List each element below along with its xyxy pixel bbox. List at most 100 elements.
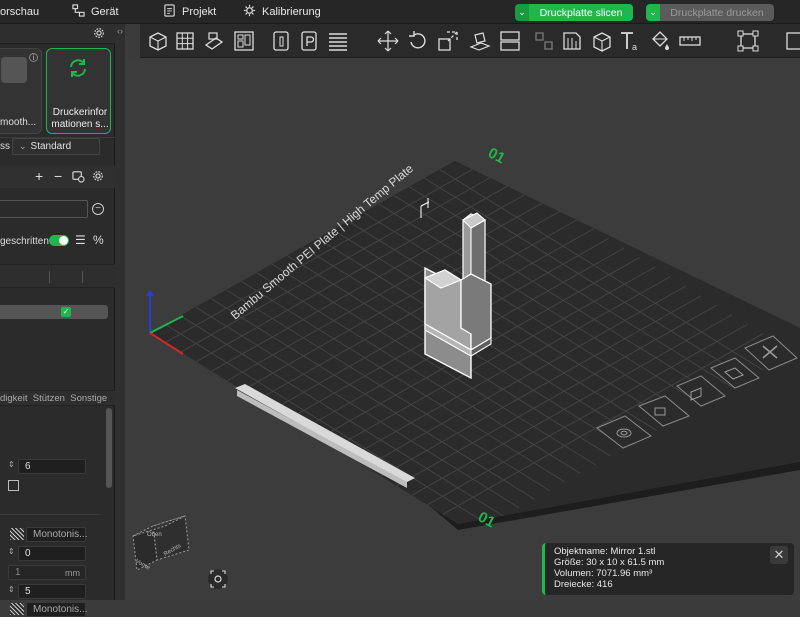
- chevron-down-icon[interactable]: ⌄: [646, 4, 660, 21]
- plate-thumbnail: [1, 57, 27, 83]
- 3d-viewport[interactable]: Bambu Smooth PEI Plate | High Temp Plate…: [125, 58, 800, 600]
- object-size: Größe: 30 x 10 x 61.5 mm: [554, 557, 665, 568]
- list-icon[interactable]: ☰: [75, 233, 86, 247]
- object-list-item[interactable]: ✓: [0, 305, 108, 319]
- printer-header: [0, 24, 115, 44]
- chevron-down-icon[interactable]: ⌄: [515, 4, 529, 21]
- auto-orient-icon[interactable]: [202, 29, 226, 53]
- add-plate-icon[interactable]: [174, 29, 198, 53]
- tab-calibration[interactable]: Kalibrierung: [243, 0, 321, 24]
- slice-plate-button[interactable]: ⌄ Druckplatte slicen: [515, 4, 633, 21]
- plate-id-top: 01: [485, 145, 508, 168]
- color-paint-icon[interactable]: [648, 29, 672, 53]
- wall-loops-value: 6: [25, 461, 31, 472]
- seam-paint-icon[interactable]: [590, 29, 614, 53]
- add-object-icon[interactable]: [146, 29, 170, 53]
- top-pattern-select[interactable]: Monotonis...: [26, 527, 88, 542]
- checkbox-icon[interactable]: ✓: [61, 307, 71, 317]
- print-plate-button[interactable]: ⌄ Druckplatte drucken: [646, 4, 774, 21]
- slice-plate-label: Druckplatte slicen: [529, 4, 633, 21]
- scrollbar[interactable]: [106, 408, 112, 488]
- advanced-toggle[interactable]: [49, 235, 69, 246]
- measure-icon[interactable]: [678, 29, 702, 53]
- top-thickness-value: 1: [15, 567, 21, 578]
- cut-icon[interactable]: [498, 29, 522, 53]
- pattern-icon: [10, 603, 24, 615]
- z-axis-arrow: [146, 290, 154, 296]
- wall-loops-field[interactable]: 6: [18, 459, 86, 474]
- tab-preview-label: orschau: [0, 6, 40, 18]
- bottom-pattern-value: Monotonis...: [33, 604, 88, 615]
- sidebar-collapse-handle[interactable]: ‹›: [115, 24, 125, 600]
- percent-icon[interactable]: %: [93, 233, 104, 247]
- process-preset-select[interactable]: ⌄ Standard: [12, 138, 100, 155]
- top-thickness-field[interactable]: 1 mm: [8, 565, 86, 580]
- bounding-box-icon[interactable]: [736, 29, 760, 53]
- project-icon: [163, 4, 176, 20]
- top-bar: orschau Gerät Projekt Kalibrierung ⌄ Dru…: [0, 0, 800, 24]
- tab-calibration-label: Kalibrierung: [262, 6, 321, 18]
- scale-icon[interactable]: [436, 29, 460, 53]
- printer-info-card[interactable]: Druckerinfor mationen s...: [46, 48, 111, 134]
- top-layers-field[interactable]: 0: [18, 546, 86, 561]
- plate-type-card[interactable]: i mooth...: [0, 48, 42, 134]
- sync-icon: [67, 57, 89, 82]
- tab-strength-support-other[interactable]: digkeit Stützen Sonstige: [0, 393, 107, 404]
- svg-text:a: a: [632, 42, 637, 52]
- device-icon: [72, 4, 85, 20]
- stepper-icon[interactable]: ⇕: [8, 460, 15, 469]
- tab-device[interactable]: Gerät: [72, 0, 119, 24]
- layers-icon[interactable]: [326, 29, 350, 53]
- tab-device-label: Gerät: [91, 6, 119, 18]
- gear-icon[interactable]: [93, 27, 105, 42]
- print-plate-label: Druckplatte drucken: [660, 4, 774, 21]
- unit-label: mm: [65, 567, 80, 578]
- orient-icon[interactable]: [270, 29, 294, 53]
- pattern-icon: [10, 528, 24, 540]
- settings-tabs: digkeit Stützen Sonstige: [0, 390, 115, 406]
- build-plate-scene: Bambu Smooth PEI Plate | High Temp Plate…: [132, 145, 800, 589]
- tab-project[interactable]: Projekt: [163, 0, 216, 24]
- plate-type-label: mooth...: [0, 117, 37, 128]
- chevron-down-icon: ⌄: [19, 141, 27, 151]
- support-paint-icon[interactable]: [560, 29, 584, 53]
- toggle-knob: [59, 236, 68, 245]
- bottom-pattern-select[interactable]: Monotonis...: [26, 602, 88, 617]
- object-volume: Volumen: 7071.96 mm³: [554, 568, 653, 579]
- move-icon[interactable]: [376, 29, 400, 53]
- divider: [82, 271, 83, 283]
- printer-info-label: Druckerinfor mationen s...: [51, 107, 109, 130]
- stepper-icon[interactable]: ⇕: [8, 547, 15, 556]
- top-pattern-value: Monotonis...: [33, 529, 88, 540]
- object-info-panel: Objektname: Mirror 1.stl Größe: 30 x 10 …: [542, 543, 794, 595]
- object-triangles: Dreiecke: 416: [554, 579, 613, 590]
- add-icon[interactable]: +: [35, 168, 43, 184]
- compare-icon[interactable]: [72, 170, 85, 186]
- text-icon[interactable]: a: [618, 29, 642, 53]
- stepper-icon[interactable]: ⇕: [8, 585, 15, 594]
- gear-icon[interactable]: [92, 170, 104, 185]
- tab-preview[interactable]: orschau: [0, 0, 39, 24]
- view-cube-top[interactable]: Oben: [147, 532, 162, 538]
- close-icon[interactable]: ✕: [770, 546, 788, 564]
- more-tools-icon[interactable]: [784, 29, 800, 53]
- bottom-layers-value: 5: [25, 586, 31, 597]
- rotate-icon[interactable]: [406, 29, 430, 53]
- divider: [49, 271, 50, 283]
- viewport-toolbar: a: [140, 24, 800, 58]
- info-icon[interactable]: i: [29, 53, 38, 62]
- checkbox[interactable]: [8, 480, 19, 491]
- lay-on-face-icon[interactable]: [468, 29, 492, 53]
- left-sidebar: i mooth... Druckerinfor mationen s... ss…: [0, 24, 115, 617]
- arrange-icon[interactable]: [232, 29, 256, 53]
- divider: [0, 514, 100, 515]
- search-input[interactable]: [0, 200, 88, 218]
- clear-icon[interactable]: −: [92, 203, 104, 215]
- split-icon[interactable]: [532, 29, 556, 53]
- remove-icon[interactable]: −: [54, 168, 62, 184]
- view-cube[interactable]: Oben Vorne Rechts: [132, 515, 190, 572]
- plate-settings-icon[interactable]: [298, 29, 322, 53]
- calibration-icon: [243, 4, 256, 20]
- bottom-layers-field[interactable]: 5: [18, 584, 86, 599]
- reset-view-icon[interactable]: [208, 569, 228, 589]
